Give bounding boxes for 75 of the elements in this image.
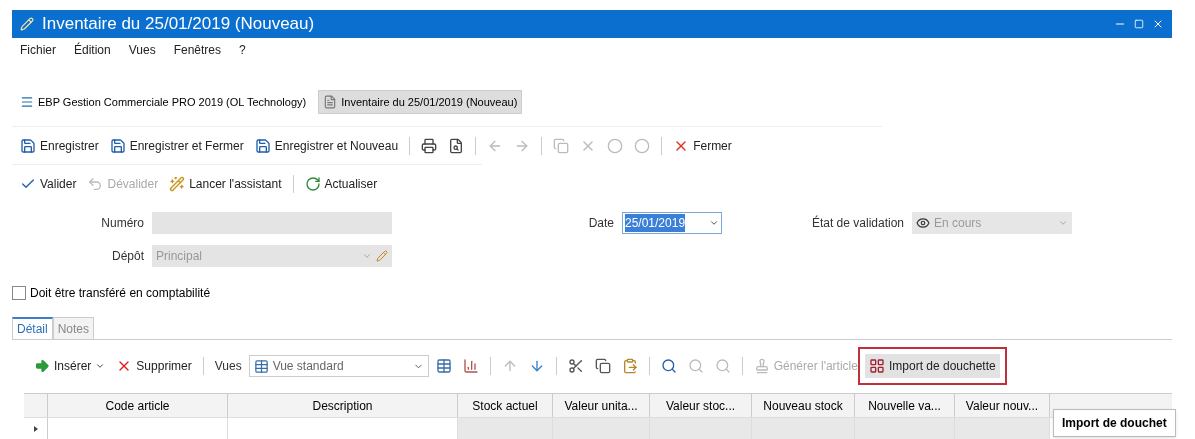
- pencil-icon: [376, 250, 388, 262]
- search-icon: [687, 358, 704, 374]
- close-button[interactable]: Fermer: [669, 133, 736, 158]
- field-label: État de validation: [810, 214, 905, 232]
- document-tab[interactable]: EBP Gestion Commerciale PRO 2019 (OL Technology): [16, 90, 311, 114]
- save-button[interactable]: Enregistrer: [16, 133, 103, 158]
- circle-icon: [634, 137, 651, 154]
- scanner-button[interactable]: Import de douchette: [864, 354, 1000, 378]
- paste-icon: [621, 358, 638, 374]
- table-cell[interactable]: [553, 418, 650, 439]
- caret-icon: [1058, 218, 1068, 228]
- grid-icon: [868, 358, 885, 374]
- menu-icon: [20, 95, 34, 109]
- copy-icon: [594, 358, 611, 374]
- caret-icon: [362, 251, 372, 261]
- stamp-icon: [753, 358, 770, 374]
- column-header[interactable]: Stock actuel: [458, 394, 553, 417]
- save-icon: [109, 137, 126, 154]
- table-icon: [435, 358, 452, 374]
- chart-icon: [462, 358, 479, 374]
- eye-icon: [916, 216, 930, 230]
- field-label: Dépôt: [110, 248, 145, 265]
- table-cell[interactable]: [650, 418, 752, 439]
- preview-icon: [448, 137, 465, 154]
- circle-icon: [607, 137, 624, 154]
- row-indicator-icon: [33, 425, 38, 432]
- column-header[interactable]: Valeur nouv...: [955, 394, 1050, 417]
- save-new-button[interactable]: Enregistrer et Nouveau: [250, 133, 403, 158]
- save-icon: [20, 137, 36, 154]
- undo-icon: [87, 175, 104, 192]
- column-header[interactable]: Description: [228, 394, 458, 417]
- menu-item[interactable]: Fichier: [20, 41, 56, 59]
- validate-button[interactable]: Valider: [16, 171, 81, 196]
- caret-icon: [709, 218, 719, 228]
- menu-item[interactable]: Vues: [128, 41, 156, 59]
- refresh-icon: [304, 175, 321, 192]
- table-cell[interactable]: [955, 418, 1050, 439]
- table-cell[interactable]: [855, 418, 955, 439]
- date-field[interactable]: 25/01/2019: [622, 212, 722, 234]
- search-icon: [714, 358, 731, 374]
- insert-button[interactable]: Insérer: [30, 354, 110, 378]
- column-header[interactable]: Valeur unita...: [553, 394, 650, 417]
- document-tab[interactable]: Inventaire du 25/01/2019 (Nouveau): [318, 90, 523, 114]
- refresh-button[interactable]: Actualiser: [300, 171, 382, 196]
- menu-item[interactable]: Édition: [74, 41, 111, 59]
- print-icon: [421, 137, 438, 154]
- tooltip: Import de douchet: [1053, 409, 1176, 437]
- remove-button[interactable]: Supprimer: [112, 354, 196, 378]
- scissors-icon: [567, 358, 584, 374]
- menu-item[interactable]: ?: [239, 41, 246, 59]
- save-icon: [254, 137, 271, 154]
- field-label: Date: [587, 215, 615, 232]
- save-close-button[interactable]: Enregistrer et Fermer: [105, 133, 248, 158]
- window-title: Inventaire du 25/01/2019 (Nouveau): [42, 13, 316, 36]
- column-header[interactable]: Valeur stoc...: [650, 394, 752, 417]
- table-cell[interactable]: [752, 418, 855, 439]
- view-select[interactable]: Vue standard: [248, 355, 429, 377]
- tab[interactable]: Détail: [12, 317, 53, 339]
- column-header[interactable]: Nouveau stock: [752, 394, 855, 417]
- wizard-button[interactable]: Lancer l'assistant: [165, 171, 286, 196]
- column-header[interactable]: Code article: [48, 394, 228, 417]
- copy-icon: [553, 137, 570, 154]
- table-cell[interactable]: [458, 418, 553, 439]
- wand-icon: [169, 175, 186, 192]
- table-icon: [253, 358, 269, 374]
- close-icon[interactable]: [1152, 18, 1164, 30]
- column-header[interactable]: Nouvelle va...: [855, 394, 955, 417]
- views-label: Vues: [213, 358, 243, 375]
- arrow-right-icon: [34, 358, 50, 374]
- search-icon: [660, 358, 677, 374]
- checkbox[interactable]: [12, 286, 26, 300]
- maximize-icon[interactable]: [1134, 19, 1144, 29]
- menu-item[interactable]: Fenêtres: [173, 41, 221, 59]
- field-label: Numéro: [100, 215, 145, 232]
- checkbox-label: Doit être transféré en comptabilité: [30, 285, 211, 302]
